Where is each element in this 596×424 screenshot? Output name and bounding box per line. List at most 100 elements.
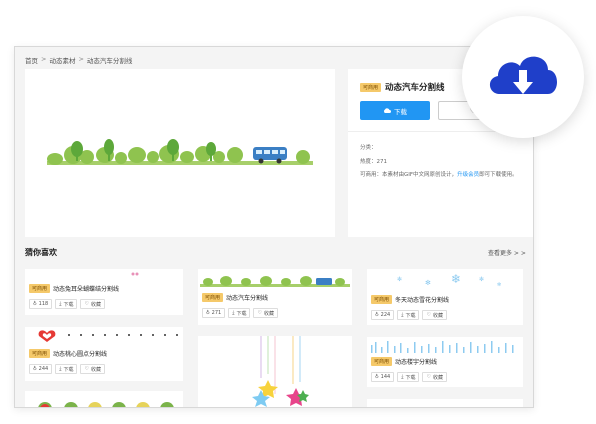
commercial-tag: 可商用 [360, 82, 382, 92]
like-button[interactable]: ♁ 224 [371, 310, 395, 320]
heart-icon: ♡ [84, 366, 89, 372]
like-icon: ♁ [33, 301, 37, 307]
cloud-download-icon [489, 56, 557, 94]
favorite-button[interactable]: ♡ 收藏 [80, 299, 105, 309]
card-thumbnail: ✻ ✻ ❄ ✻ ✻ [397, 272, 501, 288]
favorite-label: 收藏 [432, 374, 443, 381]
card-title-row: 可商用 动态桃心圆点分割线 [29, 349, 107, 358]
card-thumbnail [200, 276, 350, 287]
like-count: 271 [211, 310, 222, 316]
favorite-button[interactable]: ♡ 收藏 [80, 364, 105, 374]
breadcrumb-home[interactable]: 首页 [25, 55, 38, 65]
like-icon: ♁ [375, 374, 379, 380]
commercial-tag: 可商用 [29, 284, 51, 293]
heat-value: 271 [376, 159, 388, 165]
download-button[interactable]: 下载 [360, 101, 430, 120]
download-icon: ⤓ [401, 312, 404, 318]
heart-icon: ♡ [426, 374, 431, 380]
stars-thumbnail [252, 336, 309, 407]
list-item[interactable] [198, 336, 352, 407]
like-button[interactable]: ♁ 144 [371, 372, 395, 382]
like-count: 144 [380, 374, 391, 380]
like-button[interactable]: ♁ 244 [29, 364, 53, 374]
list-item[interactable]: 可商用 动态汽车分割线 ♁ 271 ⤓ 下载 ♡ 收藏 [198, 269, 352, 325]
card-title-row: 可商用 冬天动态雪花分割线 [371, 295, 449, 304]
favorite-button[interactable]: ♡ 收藏 [422, 310, 447, 320]
commercial-tag: 可商用 [371, 295, 393, 304]
favorite-label: 收藏 [263, 310, 274, 317]
svg-text:❄: ❄ [451, 272, 461, 286]
favorite-label: 收藏 [432, 312, 443, 319]
detail-title-row: 可商用 动态汽车分割线 [360, 81, 445, 93]
license-suffix: 即可下载使用。 [479, 172, 518, 178]
list-item[interactable]: ✻ ✻ ❄ ✻ ✻ 可商用 冬天动态雪花分割线 ♁ 224 ⤓ 下载 ♡ 收藏 [367, 269, 523, 325]
see-more-link[interactable]: 查看更多 > > [488, 248, 526, 257]
card-name: 动态桃心圆点分割线 [53, 351, 108, 358]
like-icon: ♁ [33, 366, 37, 372]
category-row: 分类： [360, 143, 377, 151]
list-item[interactable] [25, 391, 183, 407]
category-label: 分类： [360, 145, 377, 151]
favorite-button[interactable]: ♡ 收藏 [253, 308, 278, 318]
commercial-tag: 可商用 [29, 349, 51, 358]
breadcrumb: 首页 > 动态素材 > 动态汽车分割线 [25, 55, 132, 65]
heart-icon: ♡ [426, 312, 431, 318]
heat-label: 热度： [360, 159, 377, 165]
list-item[interactable]: 可商用 动态兔耳朵蝴蝶结分割线 ♁ 118 ⤓ 下载 ♡ 收藏 [25, 269, 183, 315]
like-count: 118 [38, 301, 49, 307]
download-label: 下载 [405, 374, 416, 381]
download-icon: ⤓ [232, 310, 235, 316]
download-label: 下载 [236, 310, 247, 317]
browser-window: 首页 > 动态素材 > 动态汽车分割线 可商用 动态汽车分割线 下载 分类： 热… [14, 46, 534, 408]
upgrade-link[interactable]: 升级会员 [457, 172, 479, 178]
like-icon: ♁ [206, 310, 210, 316]
license-prefix: 可商用：本素材由GIF中文网原创设计， [360, 172, 458, 178]
card-actions: ♁ 118 ⤓ 下载 ♡ 收藏 [29, 299, 105, 309]
commercial-tag: 可商用 [371, 357, 393, 366]
detail-title: 动态汽车分割线 [385, 83, 445, 93]
breadcrumb-separator: > [41, 55, 47, 63]
card-title-row: 可商用 动态楼宇分割线 [371, 357, 437, 366]
card-actions: ♁ 224 ⤓ 下载 ♡ 收藏 [371, 310, 447, 320]
card-name: 动态兔耳朵蝴蝶结分割线 [53, 286, 120, 293]
card-thumbnail [38, 402, 174, 407]
breadcrumb-category[interactable]: 动态素材 [49, 55, 75, 65]
car-divider-illustration [47, 139, 313, 165]
list-item[interactable]: 可商用 动态楼宇分割线 ♁ 144 ⤓ 下载 ♡ 收藏 [367, 337, 523, 387]
list-item[interactable] [367, 399, 523, 408]
download-button[interactable]: ⤓ 下载 [55, 299, 78, 309]
preview-image [25, 69, 335, 237]
commercial-tag: 可商用 [202, 293, 224, 302]
page: 首页 > 动态素材 > 动态汽车分割线 可商用 动态汽车分割线 下载 分类： 热… [0, 0, 596, 424]
like-count: 244 [38, 366, 49, 372]
svg-text:✻: ✻ [497, 282, 501, 288]
card-actions: ♁ 244 ⤓ 下载 ♡ 收藏 [29, 364, 105, 374]
download-icon: ⤓ [59, 366, 62, 372]
download-button[interactable]: ⤓ 下载 [55, 364, 78, 374]
breadcrumb-current: 动态汽车分割线 [86, 57, 133, 65]
favorite-label: 收藏 [90, 301, 101, 308]
card-thumbnail [367, 404, 523, 408]
download-button[interactable]: ⤓ 下载 [397, 310, 420, 320]
like-button[interactable]: ♁ 118 [29, 299, 53, 309]
download-button[interactable]: ⤓ 下载 [397, 372, 420, 382]
download-label: 下载 [394, 107, 407, 116]
favorite-label: 收藏 [90, 366, 101, 373]
card-title-row: 可商用 动态兔耳朵蝴蝶结分割线 [29, 284, 119, 293]
download-label: 下载 [63, 301, 74, 308]
heat-row: 热度：271 [360, 157, 387, 165]
download-label: 下载 [63, 366, 74, 373]
card-thumbnail [38, 330, 178, 342]
list-item[interactable]: 可商用 动态桃心圆点分割线 ♁ 244 ⤓ 下载 ♡ 收藏 [25, 327, 183, 381]
favorite-button[interactable]: ♡ 收藏 [422, 372, 447, 382]
download-icon: ⤓ [59, 301, 62, 307]
card-name: 动态汽车分割线 [226, 295, 269, 302]
heart-icon: ♡ [84, 301, 89, 307]
download-button[interactable]: ⤓ 下载 [228, 308, 251, 318]
download-badge[interactable] [462, 16, 584, 138]
svg-text:✻: ✻ [425, 279, 431, 287]
like-button[interactable]: ♁ 271 [202, 308, 226, 318]
like-count: 224 [380, 312, 391, 318]
download-icon: ⤓ [401, 374, 404, 380]
svg-text:✻: ✻ [479, 276, 484, 283]
